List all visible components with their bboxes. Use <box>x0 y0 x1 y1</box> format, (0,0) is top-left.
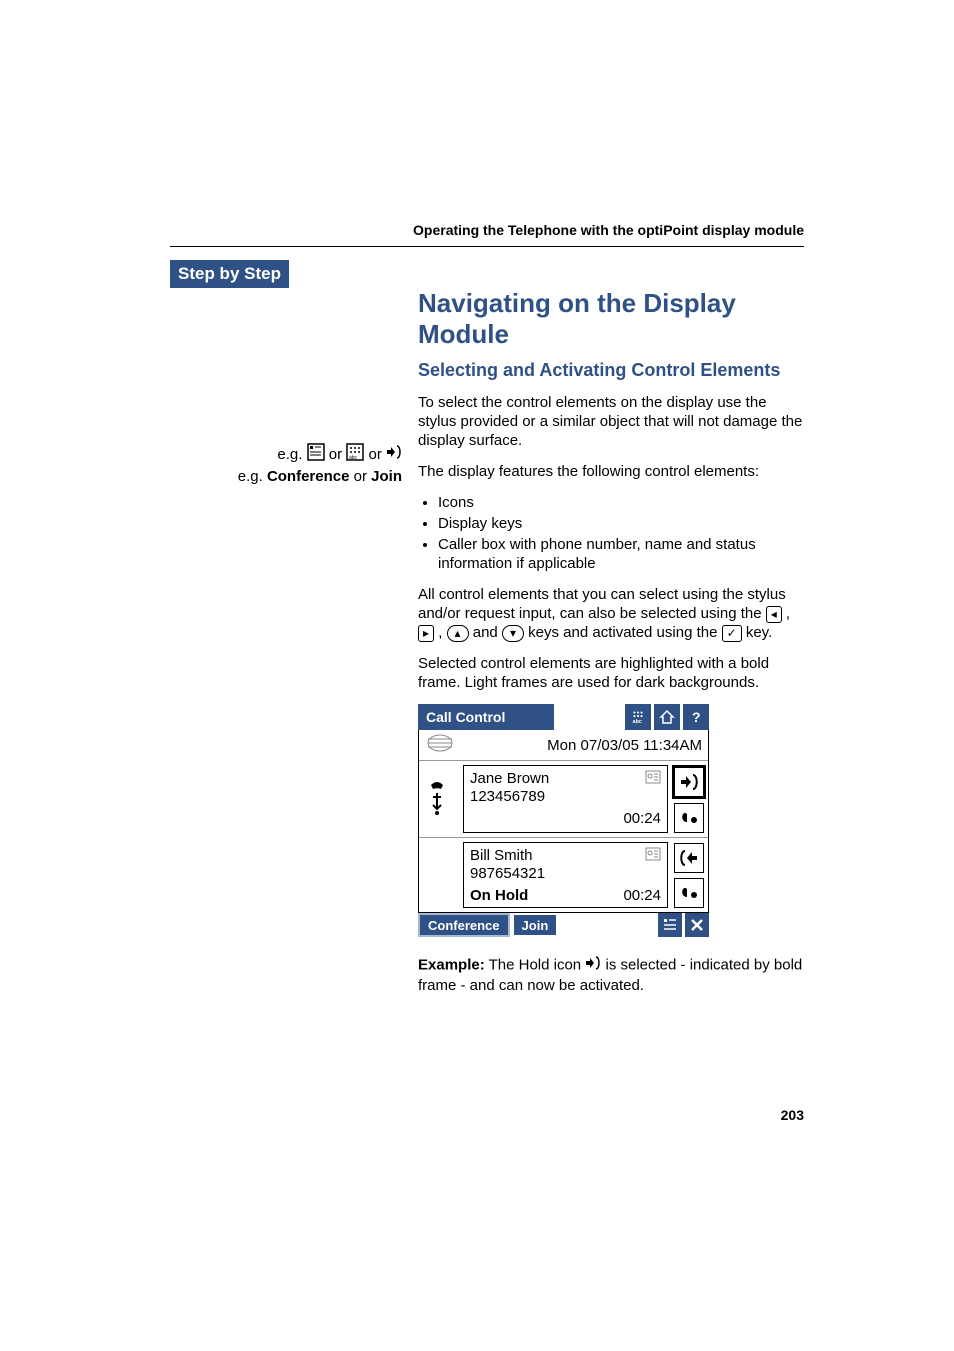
or-text: or <box>368 446 381 463</box>
display-footer: Conference Join <box>418 913 709 937</box>
call1-number: 123456789 <box>470 788 661 806</box>
down-arrow-key-icon: ▾ <box>502 625 524 642</box>
help-icon[interactable]: ? <box>683 704 709 730</box>
right-arrow-key-icon: ▸ <box>418 625 434 642</box>
paragraph-keys: All control elements that you can select… <box>418 585 804 642</box>
date-text: Mon 07/03/05 11:34AM <box>461 737 708 754</box>
eg-prefix: e.g. <box>277 446 302 463</box>
sidebar-example-icons: e.g. or abc or <box>170 443 402 467</box>
list-icon[interactable] <box>658 913 682 937</box>
call2-actions <box>668 842 706 908</box>
list-item-display-keys: Display keys <box>438 514 804 533</box>
call1-actions <box>668 765 706 833</box>
svg-text:abc: abc <box>633 719 642 725</box>
example-label: Example: <box>418 956 485 973</box>
p3-text-d: keys and activated using the <box>524 624 722 641</box>
call2-time: 00:24 <box>623 887 661 905</box>
caller-box-2[interactable]: Bill Smith 987654321 On Hold 00:24 <box>463 842 668 908</box>
left-arrow-key-icon: ◂ <box>766 606 782 623</box>
p3-text-b2: , <box>434 624 447 641</box>
hold-right-icon <box>386 444 402 466</box>
up-arrow-key-icon: ▴ <box>447 625 469 642</box>
conference-button[interactable]: Conference <box>418 913 510 937</box>
or-text: or <box>329 446 342 463</box>
hold-right-icon[interactable] <box>672 765 706 799</box>
svg-text:?: ? <box>692 709 701 725</box>
footer-gap <box>560 913 655 937</box>
p3-text-c: and <box>469 624 502 641</box>
running-header: Operating the Telephone with the optiPoi… <box>170 222 804 238</box>
call2-status: On Hold <box>470 887 528 905</box>
page-title: Navigating on the Display Module <box>418 288 804 350</box>
home-icon[interactable] <box>654 704 680 730</box>
list-item-icons: Icons <box>438 493 804 512</box>
header-title[interactable]: Call Control <box>418 704 554 730</box>
join-button[interactable]: Join <box>512 913 559 937</box>
call1-time: 00:24 <box>623 810 661 828</box>
unhold-left-icon[interactable] <box>674 843 704 873</box>
keypad-icon[interactable]: abc <box>625 704 651 730</box>
page-number: 203 <box>781 1107 804 1123</box>
check-key-icon: ✓ <box>722 625 742 642</box>
contact-card-icon <box>645 770 661 789</box>
close-icon[interactable] <box>685 913 709 937</box>
paragraph-intro: To select the control elements on the di… <box>418 393 804 450</box>
list-box-icon <box>307 443 325 467</box>
header-rule <box>170 246 804 247</box>
caller-box-1[interactable]: Jane Brown 123456789 00:24 <box>463 765 668 833</box>
eg-key-conference: Conference <box>267 468 350 485</box>
p3-text-b: , <box>782 605 790 622</box>
display-header: Call Control abc ? <box>418 704 709 730</box>
header-gap <box>554 704 622 730</box>
step-by-step-sidebar: Step by Step <box>170 260 402 288</box>
eg-prefix: e.g. <box>238 468 263 485</box>
page-subtitle: Selecting and Activating Control Element… <box>418 360 804 381</box>
record-icon[interactable] <box>674 803 704 833</box>
contact-card-icon <box>645 847 661 866</box>
phone-display-mockup: Call Control abc ? Mon 07/03/05 11:34 <box>418 704 709 937</box>
eg-key-join: Join <box>371 468 402 485</box>
display-body: Mon 07/03/05 11:34AM Jane Brown 12345678… <box>418 730 709 913</box>
paragraph-highlight: Selected control elements are highlighte… <box>418 654 804 692</box>
display-date-row: Mon 07/03/05 11:34AM <box>419 730 708 761</box>
empty-icon <box>421 842 463 908</box>
svg-text:abc: abc <box>349 455 358 461</box>
example-caption: Example: The Hold icon is selected - ind… <box>418 955 804 995</box>
sidebar-example-keys: e.g. Conference or Join <box>170 467 402 487</box>
hold-right-icon <box>585 955 601 976</box>
call2-number: 987654321 <box>470 865 661 883</box>
record-icon[interactable] <box>674 878 704 908</box>
call-row-2: Bill Smith 987654321 On Hold 00:24 <box>419 838 708 912</box>
logo-icon <box>419 732 461 759</box>
list-item-caller-box: Caller box with phone number, name and s… <box>438 535 804 573</box>
step-by-step-label: Step by Step <box>170 260 289 288</box>
control-elements-list: Icons Display keys Caller box with phone… <box>418 493 804 573</box>
active-call-icon <box>421 765 463 833</box>
call-row-1: Jane Brown 123456789 00:24 <box>419 761 708 838</box>
keypad-icon: abc <box>346 443 364 467</box>
or-text: or <box>354 468 367 485</box>
p3-text-a: All control elements that you can select… <box>418 586 786 622</box>
p3-text-e: key. <box>742 624 773 641</box>
paragraph-list-intro: The display features the following contr… <box>418 462 804 481</box>
main-content: Navigating on the Display Module Selecti… <box>418 288 804 1007</box>
call1-name: Jane Brown <box>470 770 661 788</box>
example-text-a: The Hold icon <box>485 956 586 973</box>
call2-name: Bill Smith <box>470 847 661 865</box>
